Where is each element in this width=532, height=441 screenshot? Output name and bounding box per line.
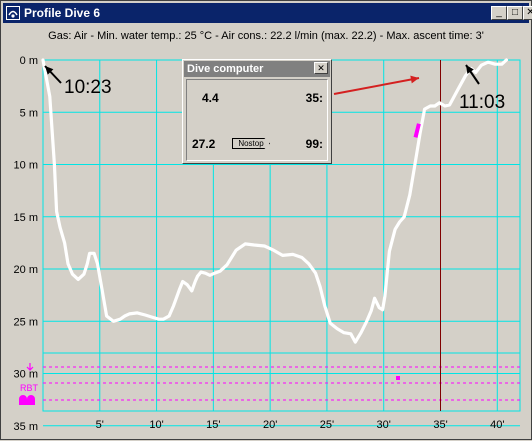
pointer-arrow: [333, 77, 420, 95]
pointer-arrow-head: [410, 75, 419, 84]
x-tick-label: 40': [490, 419, 504, 431]
x-tick-label: 5': [96, 419, 104, 431]
dive-computer-title[interactable]: Dive computer: [184, 61, 330, 77]
y-tick-label: 10 m: [14, 160, 38, 172]
y-tick-label: 5 m: [20, 107, 38, 119]
y-tick-label: 25 m: [14, 316, 38, 328]
dc-temp-value: 27.2: [192, 137, 216, 151]
profile-window: Profile Dive 6 _ □ ✕ Gas: Air - Min. wat…: [0, 0, 532, 440]
event-marker: [396, 376, 400, 380]
y-tick-label: 20 m: [14, 264, 38, 276]
dive-computer-display: 4.4 35: 27.2 Nostop 99:: [186, 79, 328, 161]
x-tick-label: 15': [206, 419, 220, 431]
rbt-label: RBT: [20, 383, 39, 393]
dive-computer-panel[interactable]: Dive computer ✕ 4.4 35: 27.2 Nostop 99:: [182, 59, 332, 164]
dive-computer-close-button[interactable]: ✕: [314, 62, 328, 74]
dc-ndl-value: 99:: [305, 137, 323, 151]
y-tick-label: 35 m: [14, 421, 38, 433]
y-tick-label: 0 m: [20, 55, 38, 67]
x-tick-label: 20': [263, 419, 277, 431]
x-tick-label: 30': [377, 419, 391, 431]
dc-nostop-badge: Nostop: [232, 138, 270, 149]
start-time-label: 10:23: [64, 77, 112, 98]
end-time-label: 11:03: [459, 92, 505, 113]
dc-time-value: 35:: [305, 91, 323, 105]
x-tick-label: 25': [320, 419, 334, 431]
buddy-icon: [19, 395, 35, 405]
y-tick-label: 30 m: [14, 369, 38, 381]
dc-depth-value: 4.4: [202, 91, 219, 105]
x-tick-label: 35': [433, 419, 447, 431]
y-tick-label: 15 m: [14, 212, 38, 224]
x-tick-label: 10': [149, 419, 163, 431]
